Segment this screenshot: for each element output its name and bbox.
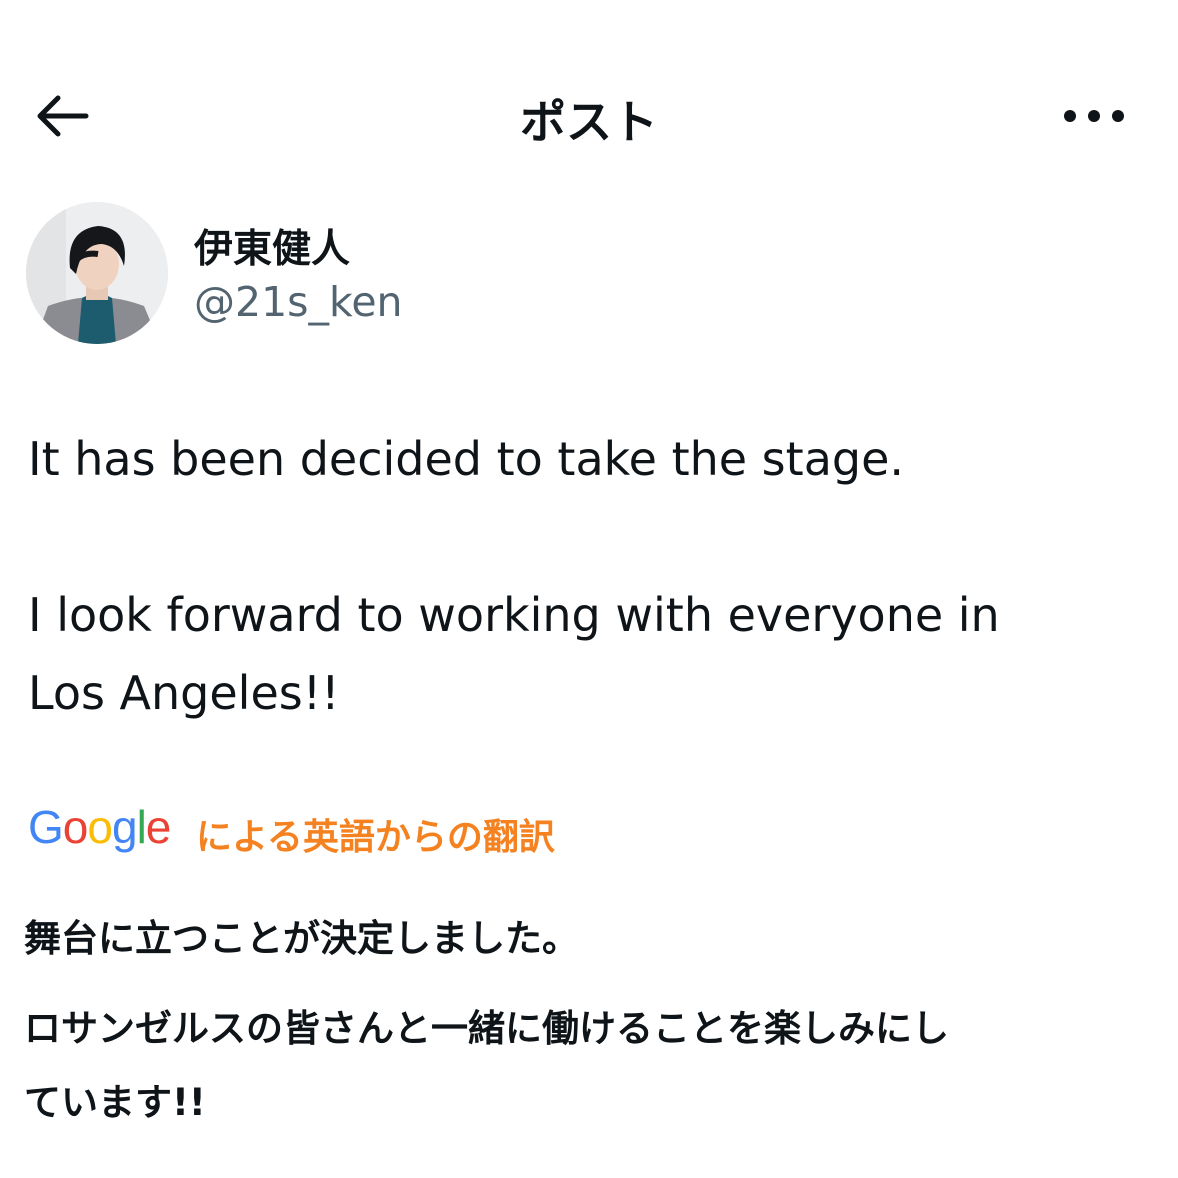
author-handle[interactable]: @21s_ken [194, 278, 403, 326]
google-letter: g [111, 801, 138, 853]
post-text-line: I look forward to working with everyone … [28, 588, 1000, 642]
more-options-button[interactable] [1056, 96, 1132, 136]
post-text-line: Los Angeles!! [28, 666, 340, 720]
avatar-photo [26, 202, 168, 344]
post-text-line: It has been decided to take the stage. [28, 432, 904, 486]
translated-text-line: ています!! [24, 1081, 206, 1124]
google-letter: o [87, 801, 113, 853]
post-author: 伊東健人 @21s_ken [26, 202, 1126, 344]
translation-caption: による英語からの翻訳 [196, 817, 555, 858]
more-dots-icon [1064, 110, 1124, 122]
google-letter: o [62, 801, 89, 853]
author-name[interactable]: 伊東健人 [194, 218, 350, 274]
google-letter: G [28, 801, 64, 853]
avatar[interactable] [26, 202, 168, 344]
google-letter: e [145, 801, 172, 853]
page-title: ポスト [520, 95, 658, 149]
translated-text-line: ロサンゼルスの皆さんと一緒に働けることを楽しみにし [24, 1007, 949, 1050]
top-bar: ポスト [0, 0, 1178, 230]
google-logo: Google [28, 800, 172, 854]
translated-text-line: 舞台に立つことが決定しました。 [24, 917, 579, 960]
google-letter: l [136, 801, 147, 853]
